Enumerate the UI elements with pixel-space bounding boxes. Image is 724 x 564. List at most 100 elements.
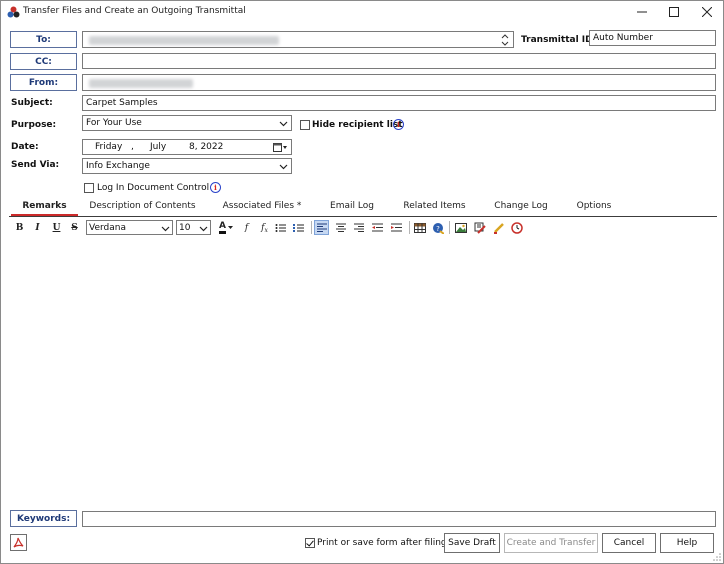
close-button[interactable] (691, 1, 723, 23)
font-name-select[interactable]: Verdana (86, 220, 173, 235)
tab-options[interactable]: Options (575, 201, 613, 216)
save-draft-button[interactable]: Save Draft (444, 533, 500, 553)
to-button[interactable]: To: (10, 31, 77, 48)
date-label: Date: (11, 142, 39, 152)
insert-image-button[interactable] (453, 220, 468, 235)
date-picker[interactable]: Friday , July 8, 2022 (82, 139, 292, 155)
date-day-year: 8, 2022 (189, 142, 224, 152)
purpose-label: Purpose: (11, 120, 57, 130)
create-and-transfer-button[interactable]: Create and Transfer (504, 533, 598, 553)
resize-grip-icon[interactable] (713, 553, 721, 561)
log-doc-control-label: Log In Document Control (97, 183, 210, 193)
insert-date-time-button[interactable] (509, 220, 524, 235)
date-separator: , (131, 142, 134, 152)
redacted-recipient (89, 36, 279, 45)
spell-check-icon: ? (432, 222, 444, 234)
font-color-glyph: A (219, 221, 226, 234)
toolbar-separator (409, 221, 410, 234)
purpose-value: For Your Use (86, 118, 142, 128)
transmittal-id-label: Transmittal ID: (521, 35, 597, 45)
image-icon (454, 222, 467, 233)
font-size-select[interactable]: 10 (176, 220, 211, 235)
indent-button[interactable] (389, 220, 404, 235)
redacted-sender (89, 79, 193, 88)
maximize-button[interactable] (658, 1, 690, 23)
font-name-value: Verdana (89, 222, 126, 233)
clear-formatting-button[interactable] (472, 220, 487, 235)
tab-associated-files[interactable]: Associated Files * (221, 201, 303, 216)
title-bar: Transfer Files and Create an Outgoing Tr… (1, 1, 723, 23)
minimize-button[interactable] (626, 1, 658, 23)
tab-email-log[interactable]: Email Log (327, 201, 377, 216)
log-doc-control-checkbox[interactable] (84, 183, 94, 193)
print-save-checkbox[interactable] (305, 538, 315, 548)
chevron-down-icon (279, 121, 288, 127)
date-weekday: Friday (95, 142, 123, 152)
function-x-button[interactable]: fx (257, 220, 272, 235)
align-left-icon (316, 223, 327, 232)
info-icon[interactable]: i (393, 119, 404, 130)
send-via-value: Info Exchange (86, 161, 150, 171)
quick-action-button[interactable] (10, 534, 27, 551)
date-month: July (150, 142, 167, 152)
highlight-pen-icon (493, 222, 504, 234)
chevron-down-icon (227, 225, 233, 229)
cc-field[interactable] (82, 53, 716, 69)
info-icon[interactable]: i (210, 182, 221, 193)
subject-field[interactable]: Carpet Samples (82, 95, 716, 111)
outdent-button[interactable] (370, 220, 385, 235)
tab-change-log[interactable]: Change Log (491, 201, 551, 216)
keywords-button[interactable]: Keywords: (10, 510, 77, 527)
formatting-toolbar: B I U S Verdana 10 A f fx ? (9, 219, 717, 236)
transmittal-id-field[interactable]: Auto Number (589, 30, 716, 46)
align-right-button[interactable] (351, 220, 366, 235)
maximize-icon (669, 7, 679, 17)
font-color-button[interactable]: A (215, 220, 237, 235)
numbered-list-icon (293, 223, 304, 232)
highlight-button[interactable] (491, 220, 506, 235)
bulleted-list-button[interactable] (273, 220, 288, 235)
outdent-icon (372, 223, 383, 232)
hide-recipient-checkbox[interactable] (300, 120, 310, 130)
keywords-field[interactable] (82, 511, 716, 527)
window-title: Transfer Files and Create an Outgoing Tr… (23, 6, 246, 16)
from-field[interactable] (82, 74, 716, 91)
help-button[interactable]: Help (660, 533, 714, 553)
numbered-list-button[interactable] (291, 220, 306, 235)
table-icon (413, 222, 426, 233)
underline-button[interactable]: U (49, 220, 64, 235)
indent-icon (391, 223, 402, 232)
chevron-down-icon (279, 164, 288, 170)
app-logo-icon (7, 6, 20, 18)
bold-button[interactable]: B (12, 220, 27, 235)
send-via-label: Send Via: (11, 160, 60, 170)
align-left-button[interactable] (314, 220, 329, 235)
clock-icon (510, 221, 523, 234)
tab-description-of-contents[interactable]: Description of Contents (89, 201, 196, 216)
strikethrough-button[interactable]: S (67, 220, 82, 235)
purpose-select[interactable]: For Your Use (82, 115, 292, 131)
insert-table-button[interactable] (412, 220, 427, 235)
tab-related-items[interactable]: Related Items (401, 201, 468, 216)
hide-recipient-label: Hide recipient list (312, 120, 403, 130)
remarks-editor[interactable] (9, 237, 717, 507)
toolbar-separator (449, 221, 450, 234)
italic-button[interactable]: I (30, 220, 45, 235)
transmittal-window: Transfer Files and Create an Outgoing Tr… (0, 0, 724, 564)
align-center-button[interactable] (333, 220, 348, 235)
acrobat-icon (13, 537, 24, 548)
calendar-icon[interactable] (273, 142, 287, 153)
to-recipients-field[interactable] (82, 31, 514, 48)
send-via-select[interactable]: Info Exchange (82, 158, 292, 174)
align-center-icon (335, 223, 346, 232)
scroll-up-down-icon[interactable] (501, 33, 509, 47)
from-button[interactable]: From: (10, 74, 77, 91)
cc-button[interactable]: CC: (10, 53, 77, 70)
spell-check-button[interactable]: ? (430, 220, 445, 235)
font-size-value: 10 (179, 222, 191, 233)
subject-label: Subject: (11, 98, 53, 108)
align-right-icon (353, 223, 364, 232)
cancel-button[interactable]: Cancel (602, 533, 656, 553)
tab-remarks[interactable]: Remarks (11, 201, 78, 216)
function-button[interactable]: f (239, 220, 254, 235)
